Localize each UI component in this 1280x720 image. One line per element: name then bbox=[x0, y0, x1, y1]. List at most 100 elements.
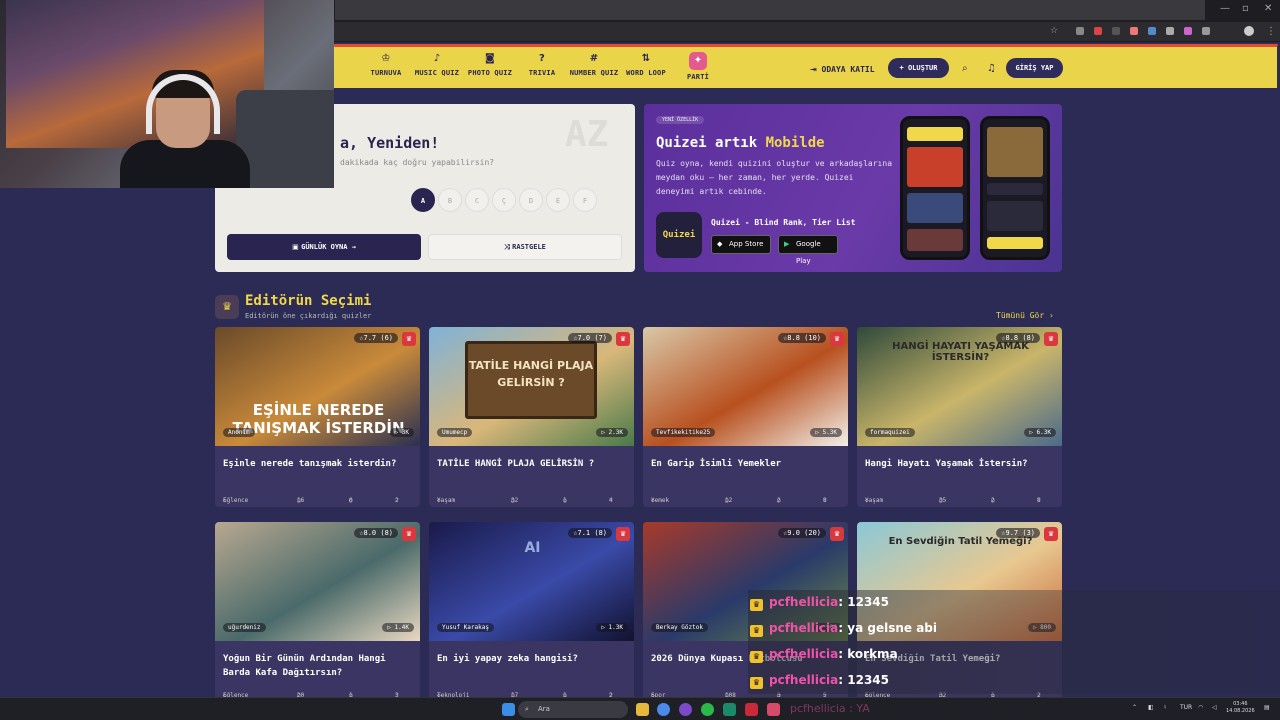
clock-time: 03:46 bbox=[1233, 701, 1248, 707]
letter-chip[interactable]: B bbox=[438, 188, 462, 212]
bookmark-star-icon[interactable]: ☆ bbox=[1050, 26, 1058, 36]
taskbar-clock[interactable]: 03:46 14.08.2026 bbox=[1226, 701, 1255, 715]
volume-icon[interactable]: ◁ bbox=[1212, 704, 1217, 711]
nav-item-label: PHOTO QUIZ bbox=[467, 69, 513, 77]
see-all-link[interactable]: Tümünü Gör › bbox=[996, 311, 1054, 320]
nav-item-trivia[interactable]: ? TRIVIA bbox=[526, 53, 558, 77]
author-badge[interactable]: formaquizei bbox=[865, 428, 915, 437]
author-badge[interactable]: Anonim bbox=[223, 428, 255, 437]
nav-item-party[interactable]: ✦ PARTİ bbox=[684, 52, 712, 81]
crown-icon: ♛ bbox=[215, 295, 239, 319]
author-badge[interactable]: uğurdeniz bbox=[223, 623, 266, 632]
spotify-icon[interactable] bbox=[701, 703, 714, 716]
microphone-icon[interactable]: ♮ bbox=[1164, 704, 1166, 711]
author-badge[interactable]: Berkay Göztok bbox=[651, 623, 708, 632]
rating-badge: ☆8.0 (8) bbox=[354, 528, 398, 538]
letter-chip[interactable]: E bbox=[546, 188, 570, 212]
letter-chip[interactable]: F bbox=[573, 188, 597, 212]
shuffle-icon: ⤨ bbox=[504, 243, 513, 251]
trophy-icon: ♔ bbox=[381, 53, 391, 64]
letter-chip[interactable]: D bbox=[519, 188, 543, 212]
wall-poster bbox=[6, 0, 264, 148]
taskbar-search[interactable]: ⌕ Ara bbox=[518, 701, 628, 718]
crown-icon[interactable]: ♛ bbox=[402, 527, 416, 541]
profile-avatar[interactable] bbox=[1244, 26, 1254, 36]
quiz-card[interactable]: TATİLE HANGİ PLAJA GELİRSİN ? ☆7.0 (7) ♛ Um… bbox=[429, 327, 634, 507]
chevron-up-icon[interactable]: ⌃ bbox=[1132, 704, 1137, 711]
maximize-icon[interactable]: ▫ bbox=[1242, 3, 1249, 14]
quiz-title[interactable]: Yoğun Bir Günün Ardından Hangi Barda Kaf… bbox=[223, 652, 413, 680]
close-icon[interactable]: ✕ bbox=[1264, 3, 1272, 14]
nav-item-label: NUMBER QUIZ bbox=[569, 69, 619, 77]
author-badge[interactable]: Umumecp bbox=[437, 428, 473, 437]
search-icon[interactable]: ⌕ bbox=[962, 63, 968, 74]
quiz-card[interactable]: ☆8.0 (8) ♛ uğurdeniz ▷ 1.4K Yoğun Bir Günün … bbox=[215, 522, 420, 702]
app-icon[interactable] bbox=[679, 703, 692, 716]
view-count: ▷ 1.3K bbox=[596, 623, 628, 632]
extension-icon[interactable] bbox=[1148, 27, 1156, 35]
quiz-card[interactable]: HANGİ HAYATI YAŞAMAK İSTERSİN? ☆8.8 (8) ♛ f… bbox=[857, 327, 1062, 507]
view-count: ▷ 1.4K bbox=[382, 623, 414, 632]
quiz-title[interactable]: Eşinle nerede tanışmak isterdin? bbox=[223, 457, 413, 471]
nav-item-tournament[interactable]: ♔ TURNUVA bbox=[369, 53, 403, 77]
crown-icon[interactable]: ♛ bbox=[402, 332, 416, 346]
random-button[interactable]: ⤨ RASTGELE bbox=[428, 234, 622, 260]
quiz-card[interactable]: AI ☆7.1 (8) ♛ Yusuf Karakaş ▷ 1.3K En iyi yap… bbox=[429, 522, 634, 702]
app-icon[interactable] bbox=[723, 703, 736, 716]
quiz-card[interactable]: ☆8.8 (10) ♛ Tevfikekitike25 ▷ 5.3K En Garip … bbox=[643, 327, 848, 507]
app-icon[interactable] bbox=[767, 703, 780, 716]
nav-item-number-quiz[interactable]: # NUMBER QUIZ bbox=[568, 53, 620, 77]
daily-subtitle: dakikada kaç doğru yapabilirsin? bbox=[340, 158, 495, 167]
crown-icon[interactable]: ♛ bbox=[830, 332, 844, 346]
extension-icon[interactable] bbox=[1130, 27, 1138, 35]
quiz-card[interactable]: EŞİNLE NEREDE TANIŞMAK İSTERDİN ☆7.7 (6) ♛… bbox=[215, 327, 420, 507]
daily-play-button[interactable]: ▣ GÜNLÜK OYNA → bbox=[227, 234, 421, 260]
extension-icon[interactable] bbox=[1112, 27, 1120, 35]
letter-chip[interactable]: C bbox=[465, 188, 489, 212]
wifi-icon[interactable]: ◠ bbox=[1198, 704, 1203, 711]
app-icon[interactable] bbox=[745, 703, 758, 716]
author-badge[interactable]: Yusuf Karakaş bbox=[437, 623, 494, 632]
file-explorer-icon[interactable] bbox=[636, 703, 649, 716]
network-icon[interactable]: ◧ bbox=[1148, 704, 1154, 711]
notification-icon[interactable]: ▤ bbox=[1264, 704, 1270, 711]
crown-icon[interactable]: ♛ bbox=[616, 527, 630, 541]
letter-chip[interactable]: A bbox=[411, 188, 435, 212]
view-count: ▷ 5.3K bbox=[810, 428, 842, 437]
author-badge[interactable]: Tevfikekitike25 bbox=[651, 428, 716, 437]
nav-item-music-quiz[interactable]: ♪ MUSIC QUIZ bbox=[414, 53, 460, 77]
quiz-title[interactable]: En iyi yapay zeka hangisi? bbox=[437, 652, 627, 666]
crown-icon[interactable]: ♛ bbox=[1044, 527, 1058, 541]
bell-icon[interactable]: ♫ bbox=[987, 63, 996, 74]
rating-badge: ☆9.7 (3) bbox=[996, 528, 1040, 538]
login-button[interactable]: GİRİŞ YAP bbox=[1006, 58, 1063, 78]
crown-icon[interactable]: ♛ bbox=[616, 332, 630, 346]
crown-icon[interactable]: ♛ bbox=[830, 527, 844, 541]
extension-icon[interactable] bbox=[1094, 27, 1102, 35]
minimize-icon[interactable]: — bbox=[1220, 3, 1230, 14]
comment-count-value: 2 bbox=[777, 497, 781, 504]
create-button[interactable]: + OLUŞTUR bbox=[888, 58, 949, 78]
nav-item-label: PARTİ bbox=[686, 73, 710, 81]
crown-icon[interactable]: ♛ bbox=[1044, 332, 1058, 346]
browser-menu-icon[interactable]: ⋮ bbox=[1266, 26, 1276, 37]
join-room-link[interactable]: ⇥ ODAYA KATIL bbox=[810, 65, 875, 74]
nav-item-word-loop[interactable]: ⇅ WORD LOOP bbox=[624, 53, 668, 77]
letter-chip[interactable]: Ç bbox=[492, 188, 516, 212]
extensions-menu-icon[interactable] bbox=[1202, 27, 1210, 35]
music-icon: ♪ bbox=[433, 53, 441, 64]
extension-icon[interactable] bbox=[1166, 27, 1174, 35]
quiz-title[interactable]: Hangi Hayatı Yaşamak İstersin? bbox=[865, 457, 1055, 471]
start-menu-icon[interactable] bbox=[502, 703, 515, 716]
app-store-button[interactable]: ◆ App Store bbox=[711, 235, 771, 254]
extension-icon[interactable] bbox=[1076, 27, 1084, 35]
browser-tab-strip[interactable] bbox=[335, 0, 1205, 20]
chrome-icon[interactable] bbox=[657, 703, 670, 716]
quiz-title[interactable]: TATİLE HANGİ PLAJA GELİRSİN ? bbox=[437, 457, 627, 471]
language-indicator[interactable]: TUR bbox=[1180, 704, 1192, 711]
nav-item-photo-quiz[interactable]: ◙ PHOTO QUIZ bbox=[466, 53, 514, 77]
extension-icon[interactable] bbox=[1184, 27, 1192, 35]
party-icon: ✦ bbox=[689, 52, 707, 70]
quiz-title[interactable]: En Garip İsimli Yemekler bbox=[651, 457, 841, 471]
google-play-button[interactable]: ▶ Google Play bbox=[778, 235, 838, 265]
